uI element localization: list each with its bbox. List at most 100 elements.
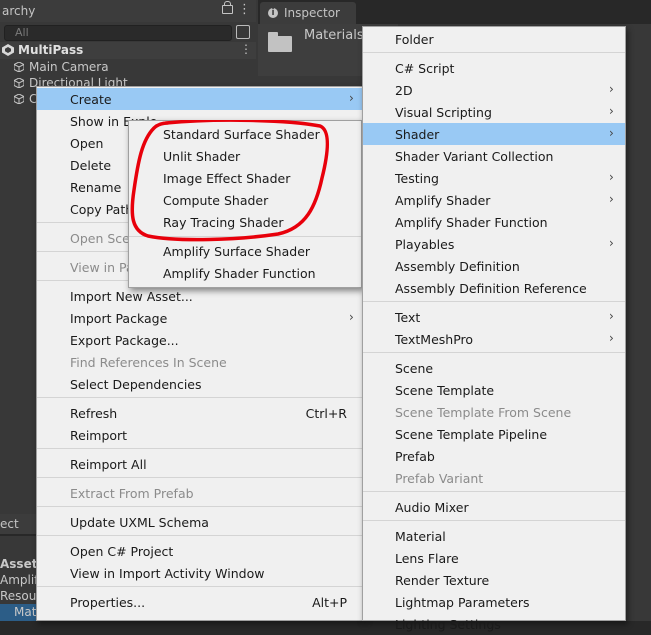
info-icon: i — [268, 8, 278, 18]
lock-icon[interactable] — [222, 1, 233, 14]
menu-item-label: Audio Mixer — [395, 500, 469, 515]
inspector-tab-label: Inspector — [284, 6, 340, 20]
menu-item-scene-template-from-scene[interactable]: Scene Template From Scene — [363, 401, 625, 423]
menu-item-lens-flare[interactable]: Lens Flare — [363, 547, 625, 569]
menu-item-prefab[interactable]: Prefab — [363, 445, 625, 467]
menu-item-export-package[interactable]: Export Package... — [37, 329, 363, 351]
menu-item-reimport-all[interactable]: Reimport All — [37, 453, 363, 475]
menu-item-label: Prefab Variant — [395, 471, 484, 486]
chevron-right-icon: › — [609, 126, 614, 140]
menu-item-text[interactable]: Text › — [363, 306, 625, 328]
menu-item-playables[interactable]: Playables › — [363, 233, 625, 255]
search-by-type-icon[interactable] — [236, 25, 250, 39]
menu-item-select-dependencies[interactable]: Select Dependencies — [37, 373, 363, 395]
menu-separator — [37, 506, 363, 507]
menu-item-lightmap-parameters[interactable]: Lightmap Parameters — [363, 591, 625, 613]
create-submenu: Folder C# Script 2D › Visual Scripting › S… — [362, 26, 626, 632]
menu-item-textmeshpro[interactable]: TextMeshPro › — [363, 328, 625, 350]
gameobject-icon — [14, 94, 24, 104]
menu-item-properties[interactable]: Properties... Alt+P — [37, 591, 363, 613]
chevron-right-icon: › — [609, 192, 614, 206]
chevron-right-icon: › — [609, 331, 614, 345]
menu-item-scene-template[interactable]: Scene Template — [363, 379, 625, 401]
hierarchy-tab[interactable]: archy ⋮ — [0, 0, 256, 23]
menu-item-label: Prefab — [395, 449, 435, 464]
chevron-right-icon: › — [609, 236, 614, 250]
scene-row[interactable]: MultiPass ⋮ — [0, 42, 256, 59]
menu-item-update-uxml-schema[interactable]: Update UXML Schema — [37, 511, 363, 533]
menu-item-label: Open C# Project — [70, 544, 174, 559]
menu-item-label: Delete — [70, 158, 112, 173]
unity-scene-icon — [2, 44, 14, 56]
menu-separator — [363, 52, 625, 53]
menu-item-visual-scripting[interactable]: Visual Scripting › — [363, 101, 625, 123]
menu-item-label: Lighting Settings — [395, 617, 501, 632]
project-item-2[interactable]: Resou — [0, 589, 36, 603]
menu-item-amplify-shader-function[interactable]: Amplify Shader Function — [129, 262, 361, 284]
menu-item-view-import-activity[interactable]: View in Import Activity Window — [37, 562, 363, 584]
menu-item-create[interactable]: Create › — [37, 88, 363, 110]
menu-item-prefab-variant[interactable]: Prefab Variant — [363, 467, 625, 489]
menu-item-label: Ray Tracing Shader — [163, 215, 284, 230]
menu-item-label: Shader — [395, 127, 440, 142]
menu-item-find-references[interactable]: Find References In Scene — [37, 351, 363, 373]
menu-item-refresh[interactable]: Refresh Ctrl+R — [37, 402, 363, 424]
menu-item-2d[interactable]: 2D › — [363, 79, 625, 101]
menu-item-reimport[interactable]: Reimport — [37, 424, 363, 446]
menu-item-image-effect-shader[interactable]: Image Effect Shader — [129, 167, 361, 189]
menu-separator — [37, 448, 363, 449]
menu-item-standard-surface-shader[interactable]: Standard Surface Shader — [129, 123, 361, 145]
menu-item-label: Reimport All — [70, 457, 147, 472]
kebab-menu-icon[interactable]: ⋮ — [238, 2, 251, 17]
menu-item-folder[interactable]: Folder — [363, 28, 625, 50]
menu-item-label: Standard Surface Shader — [163, 127, 320, 142]
menu-item-amplify-shader[interactable]: Amplify Shader › — [363, 189, 625, 211]
menu-item-material[interactable]: Material — [363, 525, 625, 547]
menu-item-label: Export Package... — [70, 333, 179, 348]
menu-item-testing[interactable]: Testing › — [363, 167, 625, 189]
hierarchy-search-row: All — [0, 22, 256, 42]
scene-kebab-icon[interactable]: ⋮ — [240, 42, 252, 56]
menu-item-lighting-settings[interactable]: Lighting Settings — [363, 613, 625, 635]
menu-item-scene-template-pipeline[interactable]: Scene Template Pipeline — [363, 423, 625, 445]
menu-item-csharp-script[interactable]: C# Script — [363, 57, 625, 79]
search-placeholder: All — [15, 26, 29, 39]
menu-item-extract-from-prefab[interactable]: Extract From Prefab — [37, 482, 363, 504]
menu-item-audio-mixer[interactable]: Audio Mixer — [363, 496, 625, 518]
menu-item-label: Lightmap Parameters — [395, 595, 530, 610]
menu-item-amplify-shader-function[interactable]: Amplify Shader Function — [363, 211, 625, 233]
chevron-right-icon: › — [609, 82, 614, 96]
menu-item-open-csharp-project[interactable]: Open C# Project — [37, 540, 363, 562]
menu-item-label: Compute Shader — [163, 193, 269, 208]
menu-item-label: Create — [70, 92, 112, 107]
menu-item-label: Amplify Shader — [395, 193, 491, 208]
menu-item-assembly-definition-reference[interactable]: Assembly Definition Reference — [363, 277, 625, 299]
menu-separator — [37, 477, 363, 478]
menu-item-render-texture[interactable]: Render Texture — [363, 569, 625, 591]
menu-item-label: Update UXML Schema — [70, 515, 209, 530]
menu-item-unlit-shader[interactable]: Unlit Shader — [129, 145, 361, 167]
project-tab[interactable]: ect — [0, 514, 36, 534]
menu-item-label: Amplify Surface Shader — [163, 244, 311, 259]
menu-item-amplify-surface-shader[interactable]: Amplify Surface Shader — [129, 240, 361, 262]
menu-item-compute-shader[interactable]: Compute Shader — [129, 189, 361, 211]
menu-item-scene[interactable]: Scene — [363, 357, 625, 379]
hierarchy-item-3[interactable]: C — [14, 92, 37, 106]
gameobject-icon — [14, 62, 24, 72]
menu-item-import-new-asset[interactable]: Import New Asset... — [37, 285, 363, 307]
chevron-right-icon: › — [609, 170, 614, 184]
project-item-1[interactable]: Amplif — [0, 573, 38, 587]
hierarchy-item-main-camera[interactable]: Main Camera — [14, 60, 109, 74]
menu-item-import-package[interactable]: Import Package › — [37, 307, 363, 329]
menu-item-shader-variant-collection[interactable]: Shader Variant Collection — [363, 145, 625, 167]
menu-item-shader[interactable]: Shader › — [363, 123, 625, 145]
menu-item-label: Render Texture — [395, 573, 490, 588]
menu-item-assembly-definition[interactable]: Assembly Definition — [363, 255, 625, 277]
shader-submenu: Standard Surface Shader Unlit Shader Ima… — [128, 120, 362, 288]
menu-separator — [129, 236, 361, 237]
menu-item-label: Scene Template — [395, 383, 495, 398]
menu-item-ray-tracing-shader[interactable]: Ray Tracing Shader — [129, 211, 361, 233]
menu-item-label: Shader Variant Collection — [395, 149, 554, 164]
hierarchy-search-input[interactable]: All — [4, 25, 232, 41]
inspector-tab[interactable]: i Inspector — [260, 2, 356, 24]
